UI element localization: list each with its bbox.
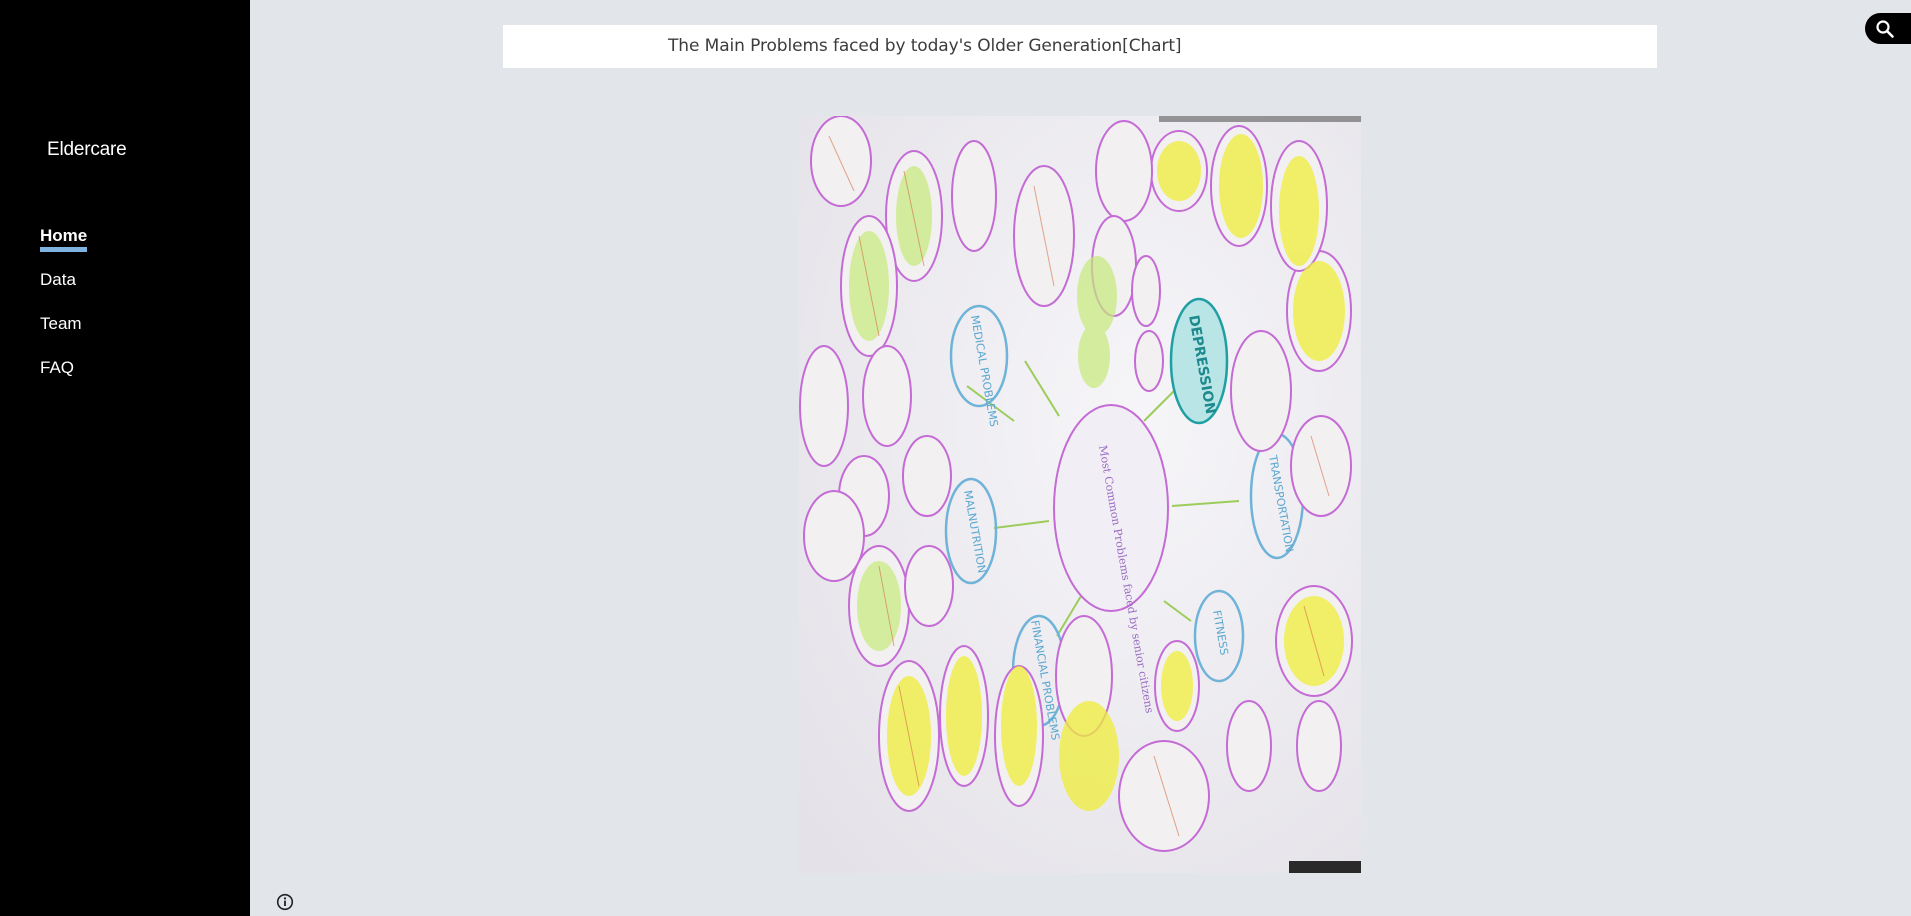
nav-item-team[interactable]: Team [40,314,87,338]
nav-item-label: FAQ [40,358,75,377]
info-icon[interactable] [276,893,294,915]
nav-item-label: Data [40,270,76,289]
nav-item-data[interactable]: Data [40,270,87,294]
caption-box: The Main Problems faced by today's Older… [503,25,1657,68]
image-caption: The Main Problems faced by today's Older… [668,36,1182,56]
nav-item-faq[interactable]: FAQ [40,358,87,382]
sidebar: Eldercare Home Data Team FAQ [0,0,250,916]
site-title[interactable]: Eldercare [47,139,127,161]
mind-map-drawing: Most Common Problems faced by senior cit… [799,116,1361,873]
nav-item-label: Team [40,314,82,333]
nav-item-home[interactable]: Home [40,226,88,252]
search-icon [1876,20,1894,38]
mind-map-photo: Most Common Problems faced by senior cit… [799,116,1361,873]
nav-item-label: Home [40,226,88,252]
main-nav: Home Data Team FAQ [40,226,88,402]
search-button[interactable] [1865,13,1911,44]
